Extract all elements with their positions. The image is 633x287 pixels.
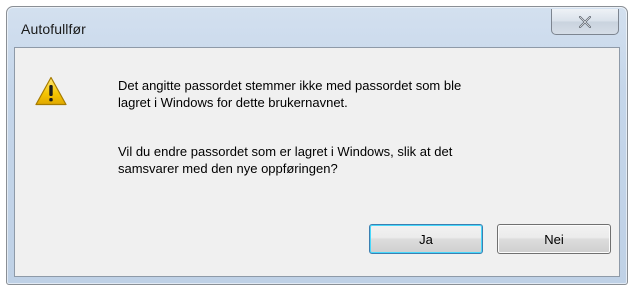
message-paragraph-2: Vil du endre passordet som er lagret i W… xyxy=(118,143,578,177)
message-paragraph-1: Det angitte passordet stemmer ikke med p… xyxy=(118,77,578,111)
message-line: lagret i Windows for dette brukernavnet. xyxy=(118,95,348,110)
no-button[interactable]: Nei xyxy=(497,224,611,254)
yes-button[interactable]: Ja xyxy=(369,224,483,254)
close-button[interactable] xyxy=(551,9,619,35)
message-line: Vil du endre passordet som er lagret i W… xyxy=(118,144,453,159)
dialog-window: Autofullfør Det angitte passordet stemme… xyxy=(6,6,628,285)
message-line: Det angitte passordet stemmer ikke med p… xyxy=(118,78,462,93)
warning-icon xyxy=(35,76,67,106)
dialog-content: Det angitte passordet stemmer ikke med p… xyxy=(14,47,620,277)
title-bar[interactable]: Autofullfør xyxy=(7,7,627,47)
message-line: samsvarer med den nye oppføringen? xyxy=(118,161,338,176)
close-x-icon xyxy=(579,15,591,28)
window-title: Autofullfør xyxy=(21,21,86,37)
